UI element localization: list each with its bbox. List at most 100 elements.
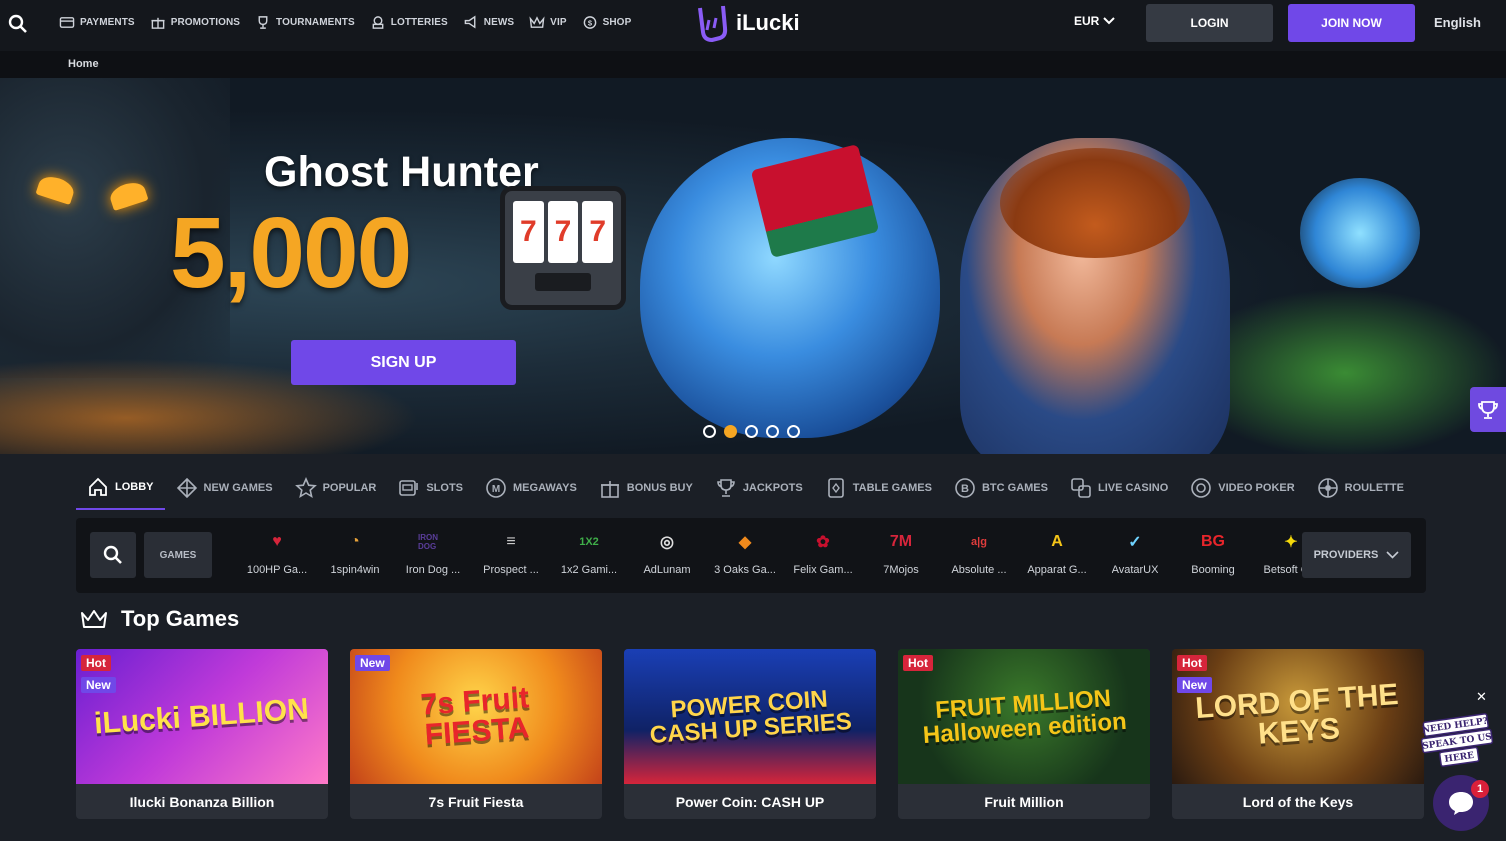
game-search-button[interactable] <box>90 532 136 578</box>
provider-logo: BG <box>1201 533 1225 550</box>
game-art-title: iLucki BILLION <box>93 692 311 740</box>
provider-item[interactable]: a|g Absolute ... <box>940 528 1018 584</box>
chevron-down-icon <box>1386 551 1399 559</box>
provider-name: Booming <box>1191 564 1235 576</box>
game-card[interactable]: 7s Fruit FIESTA New 7s Fruit Fiesta <box>350 649 602 819</box>
tab-live-casino[interactable]: LIVE CASINO <box>1059 467 1179 510</box>
tab-megaways[interactable]: M MEGAWAYS <box>474 467 588 510</box>
provider-name: 1x2 Gami... <box>560 564 618 576</box>
carousel-dot[interactable] <box>787 425 800 438</box>
ilucki-logo-icon <box>698 5 728 42</box>
carousel-dot[interactable] <box>724 425 737 438</box>
providers-dropdown[interactable]: PROVIDERS <box>1302 532 1411 578</box>
nav-shop[interactable]: $ SHOP <box>581 15 632 30</box>
tab-btc-games[interactable]: B BTC GAMES <box>943 467 1059 510</box>
nav-promotions[interactable]: PROMOTIONS <box>149 15 240 30</box>
tab-label: SLOTS <box>426 482 464 494</box>
slot-machine-icon <box>399 480 419 496</box>
carousel-dots <box>703 425 800 438</box>
site-logo[interactable]: iLucki <box>694 2 800 44</box>
provider-item[interactable]: 7M 7Mojos <box>862 528 940 584</box>
badge-new: New <box>1177 677 1212 693</box>
gift-icon <box>151 17 165 29</box>
tab-bonus-buy[interactable]: BONUS BUY <box>588 467 704 510</box>
star-icon <box>294 477 317 499</box>
chat-unread-count: 1 <box>1471 780 1489 798</box>
provider-item[interactable]: ✓ AvatarUX <box>1096 528 1174 584</box>
provider-logo: 7M <box>889 533 913 550</box>
provider-name: AdLunam <box>643 564 691 576</box>
nav-label: LOTTERIES <box>390 16 448 28</box>
hero-boy-hair <box>1000 148 1190 258</box>
game-card[interactable]: LORD OF THE KEYS Hot New Lord of the Keys <box>1172 649 1424 819</box>
tab-slots[interactable]: SLOTS <box>387 467 474 510</box>
chevron-down-icon <box>1103 17 1116 25</box>
game-card[interactable]: FRUIT MILLION Halloween edition Hot Fruit … <box>898 649 1150 819</box>
join-now-button[interactable]: JOIN NOW <box>1288 4 1415 42</box>
provider-logo: ≡ <box>506 533 516 550</box>
carousel-dot[interactable] <box>703 425 716 438</box>
carousel-dot[interactable] <box>745 425 758 438</box>
provider-item[interactable]: 1X2 1x2 Gami... <box>550 528 628 584</box>
tab-label: LIVE CASINO <box>1097 482 1169 494</box>
provider-logo: ◎ <box>660 534 674 551</box>
nav-vip[interactable]: VIP <box>528 15 566 30</box>
provider-item[interactable]: BG Booming <box>1174 528 1252 584</box>
megaways-icon: M <box>486 478 506 498</box>
currency-select[interactable]: EUR <box>1074 14 1116 28</box>
provider-item[interactable]: ◆ 3 Oaks Ga... <box>706 528 784 584</box>
nav-lotteries[interactable]: LOTTERIES <box>369 15 448 30</box>
tab-popular[interactable]: POPULAR <box>284 467 388 510</box>
nav-news[interactable]: NEWS <box>462 15 514 30</box>
tab-table-games[interactable]: TABLE GAMES <box>814 467 943 510</box>
top-bar: PAYMENTS PROMOTIONS TOURNAMENTS LOTTERIES NE… <box>0 0 1506 51</box>
help-close-icon[interactable]: ✕ <box>1476 689 1487 705</box>
provider-logo: ✿ <box>816 534 830 551</box>
diamond-icon <box>176 477 197 499</box>
top-games-title: Top Games <box>121 606 240 631</box>
tournament-tab[interactable] <box>1470 387 1506 432</box>
lottery-icon <box>372 15 384 29</box>
nav-label: PAYMENTS <box>80 16 135 28</box>
provider-item[interactable]: ✿ Felix Gam... <box>784 528 862 584</box>
provider-logo: 1X2 <box>579 536 599 548</box>
tab-new-games[interactable]: NEW GAMES <box>165 467 284 510</box>
language-select[interactable]: English <box>1434 15 1481 30</box>
provider-logo: ◔ <box>350 533 360 550</box>
games-filter-button[interactable]: GAMES <box>144 532 212 578</box>
need-help-badge[interactable]: NEED HELP? SPEAK TO US HERE NEED HELP?SP… <box>1420 712 1494 770</box>
slot-reel: 7 <box>547 201 579 263</box>
tab-lobby[interactable]: LOBBY <box>76 467 165 510</box>
game-art-title: LORD OF THE KEYS <box>1194 677 1400 751</box>
home-icon <box>89 477 107 496</box>
provider-item[interactable]: ≡ Prospect ... <box>472 528 550 584</box>
provider-logo: a|g <box>971 536 987 548</box>
providers-label: PROVIDERS <box>1313 549 1379 561</box>
breadcrumb-home[interactable]: Home <box>68 58 99 70</box>
game-card[interactable]: POWER COIN CASH UP SERIES Power Coin: CAS… <box>624 649 876 819</box>
provider-name: Absolute ... <box>951 564 1007 576</box>
provider-name: Felix Gam... <box>793 564 853 576</box>
provider-item[interactable]: ◔ 1spin4win <box>316 528 394 584</box>
game-card[interactable]: iLucki BILLION Hot New Ilucki Bonanza Billi… <box>76 649 328 819</box>
hero-banner: Ghost Hunter 5,000 777 SIGN UP <box>0 78 1506 454</box>
provider-item[interactable]: ◎ AdLunam <box>628 528 706 584</box>
tab-label: POPULAR <box>322 482 377 494</box>
slot-reels: 777 <box>513 201 614 263</box>
trophy-icon <box>1478 400 1498 419</box>
nav-payments[interactable]: PAYMENTS <box>58 15 135 30</box>
provider-item[interactable]: IRON DOG Iron Dog ... <box>394 528 472 584</box>
carousel-dot[interactable] <box>766 425 779 438</box>
tab-label: MEGAWAYS <box>513 482 577 494</box>
provider-item[interactable]: A Apparat G... <box>1018 528 1096 584</box>
login-button[interactable]: LOGIN <box>1146 4 1273 42</box>
tab-jackpots[interactable]: JACKPOTS <box>704 467 814 510</box>
bitcoin-icon: B <box>955 478 975 498</box>
sign-up-button[interactable]: SIGN UP <box>291 340 516 385</box>
tab-video-poker[interactable]: VIDEO POKER <box>1179 467 1305 510</box>
tab-roulette[interactable]: ROULETTE <box>1306 467 1415 510</box>
badge-hot: Hot <box>903 655 933 671</box>
search-icon[interactable] <box>8 13 28 35</box>
nav-tournaments[interactable]: TOURNAMENTS <box>254 15 355 30</box>
provider-item[interactable]: ♥ 100HP Ga... <box>238 528 316 584</box>
